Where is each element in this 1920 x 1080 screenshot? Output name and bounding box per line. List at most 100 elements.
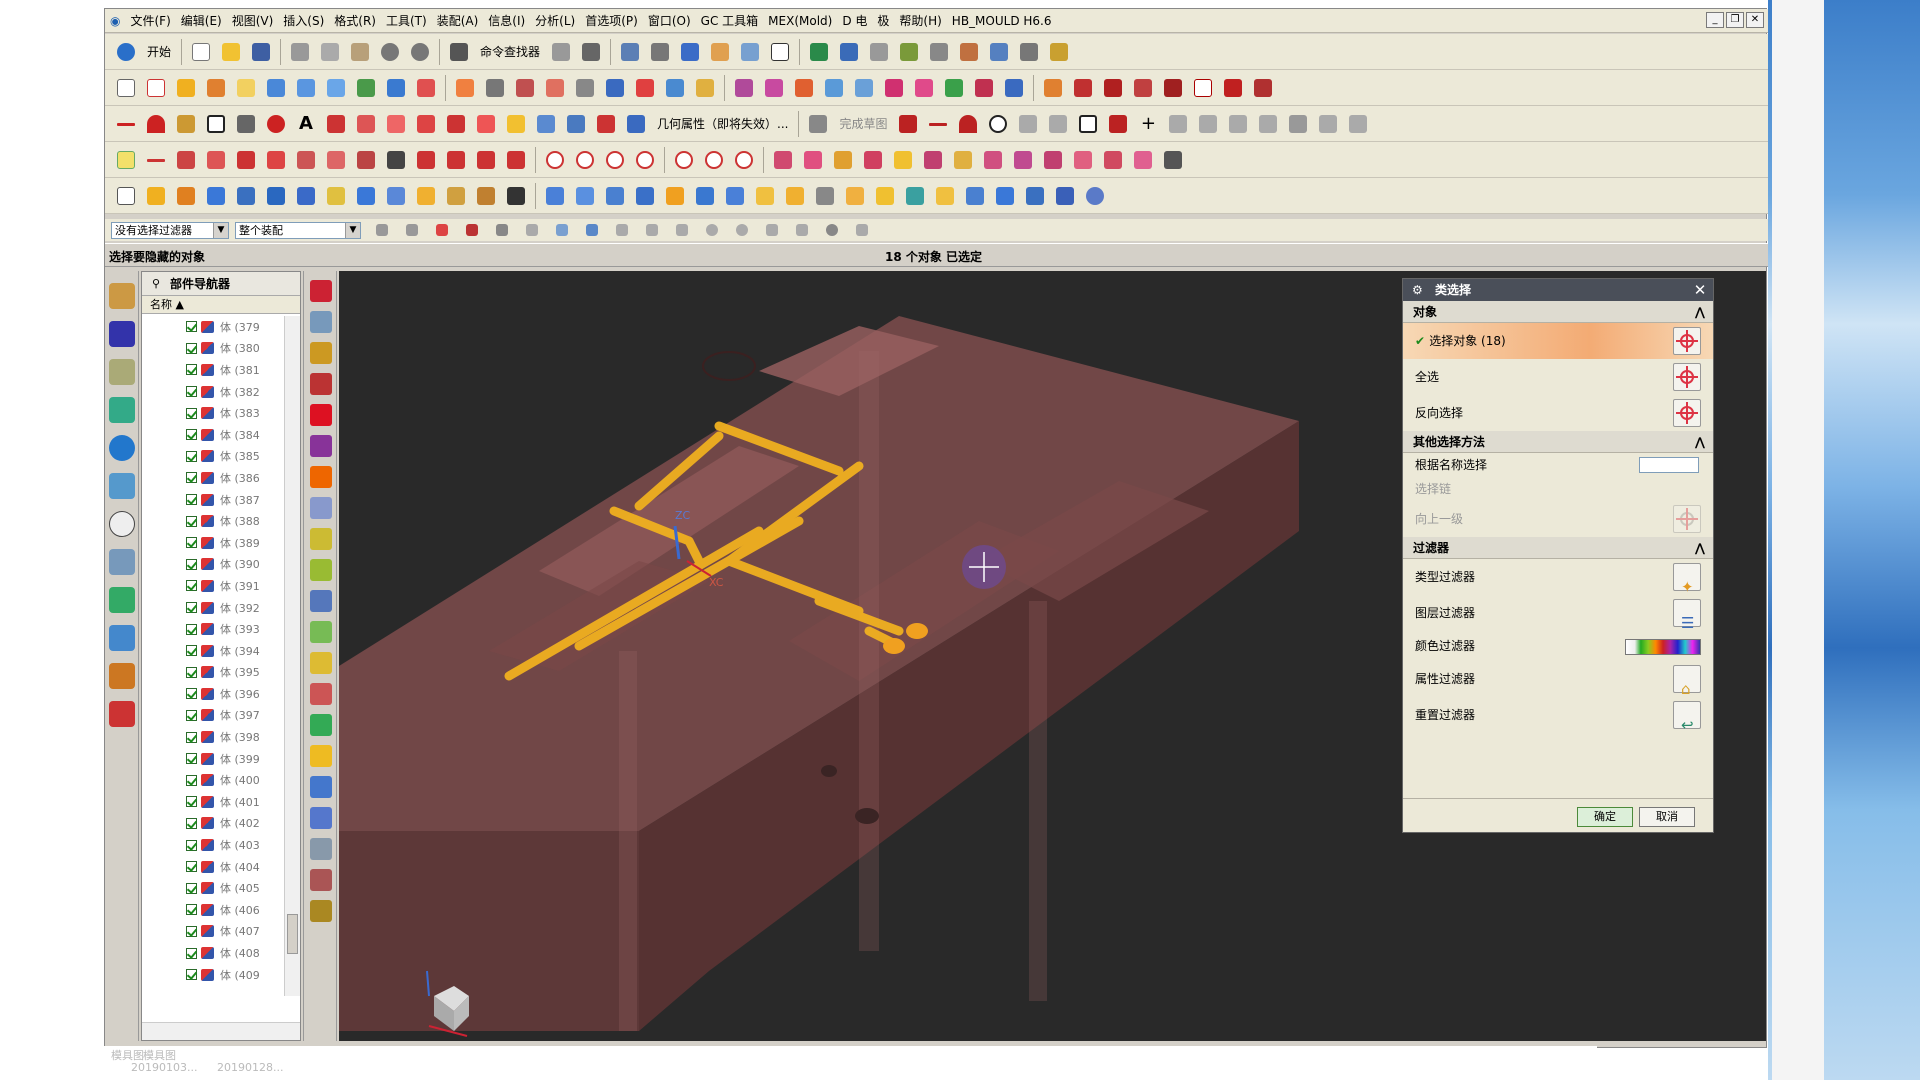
electrode-icon[interactable]: [310, 807, 332, 829]
circle-point-icon[interactable]: [173, 111, 199, 137]
arc-center-icon[interactable]: [671, 147, 697, 173]
snap-intersect-icon[interactable]: [459, 217, 485, 243]
extend-icon[interactable]: [452, 75, 478, 101]
feature-thread-icon[interactable]: [1070, 147, 1096, 173]
rectangle-icon[interactable]: [113, 75, 139, 101]
init-project-icon[interactable]: [310, 311, 332, 333]
mold-base-lib-icon[interactable]: [310, 528, 332, 550]
visibility-checkbox[interactable]: [186, 969, 197, 981]
horizontal-scrollbar[interactable]: [142, 1022, 300, 1040]
mirror-icon[interactable]: [662, 75, 688, 101]
list-item[interactable]: 体 (392: [142, 597, 282, 619]
mold-tools-icon[interactable]: [310, 466, 332, 488]
fillet-curve-icon[interactable]: [263, 147, 289, 173]
list-item[interactable]: 体 (400: [142, 769, 282, 791]
invert-selection-button[interactable]: [1673, 399, 1701, 427]
visibility-checkbox[interactable]: [186, 774, 197, 786]
split-body-icon[interactable]: [971, 75, 997, 101]
menu-file[interactable]: 文件(F): [125, 9, 175, 33]
tool-icon[interactable]: [926, 39, 952, 65]
invert-selection-row[interactable]: 反向选择: [1403, 395, 1713, 431]
snap-sphere-icon[interactable]: [819, 217, 845, 243]
curve-combo-icon[interactable]: [623, 111, 649, 137]
mold-core-icon[interactable]: [572, 183, 598, 209]
feature-rib-icon[interactable]: [1040, 147, 1066, 173]
trim-sheet-icon[interactable]: [413, 75, 439, 101]
project-curve-icon[interactable]: [383, 111, 409, 137]
offset-surface-icon[interactable]: [383, 75, 409, 101]
list-item[interactable]: 体 (402: [142, 813, 282, 835]
list-item[interactable]: 体 (380: [142, 338, 282, 360]
view-frame-icon[interactable]: [767, 39, 793, 65]
surface-icon[interactable]: [173, 75, 199, 101]
join-curve-icon[interactable]: [503, 111, 529, 137]
close-button[interactable]: ✕: [1746, 12, 1764, 28]
mold-block-icon[interactable]: [203, 183, 229, 209]
list-item[interactable]: 体 (393: [142, 618, 282, 640]
list-item[interactable]: 体 (398: [142, 726, 282, 748]
bounded-plane-icon[interactable]: [353, 75, 379, 101]
visibility-checkbox[interactable]: [186, 882, 197, 894]
list-item[interactable]: 体 (388: [142, 510, 282, 532]
mold-electrode-icon[interactable]: [722, 183, 748, 209]
name-input[interactable]: [1639, 457, 1699, 473]
list-item[interactable]: 体 (379: [142, 316, 282, 338]
layer-filter-button[interactable]: ☰: [1673, 599, 1701, 632]
list-item[interactable]: 体 (390: [142, 554, 282, 576]
feature-groove-icon[interactable]: [1010, 147, 1036, 173]
mold-insert-icon[interactable]: [263, 183, 289, 209]
mold-slide-icon[interactable]: [323, 183, 349, 209]
visibility-checkbox[interactable]: [186, 645, 197, 657]
profile-icon[interactable]: [895, 111, 921, 137]
break-icon[interactable]: [503, 147, 529, 173]
bridge-curve-icon[interactable]: [473, 111, 499, 137]
extract-curve-icon[interactable]: [563, 111, 589, 137]
mold-book-icon[interactable]: [143, 183, 169, 209]
sub-insert-icon[interactable]: [310, 683, 332, 705]
ejector-pin-icon[interactable]: [310, 590, 332, 612]
parting-icon[interactable]: [310, 497, 332, 519]
feature-boss-icon[interactable]: [890, 147, 916, 173]
cut-icon[interactable]: [287, 39, 313, 65]
feature-slot-icon[interactable]: [980, 147, 1006, 173]
menu-view[interactable]: 视图(V): [227, 9, 279, 33]
grid-icon[interactable]: [1016, 39, 1042, 65]
polygon-icon[interactable]: [233, 111, 259, 137]
copy-icon[interactable]: [317, 39, 343, 65]
slider-lifter-icon[interactable]: [310, 652, 332, 674]
mold-ejector-icon[interactable]: [353, 183, 379, 209]
list-item[interactable]: 体 (396: [142, 683, 282, 705]
mold-screw-icon[interactable]: [662, 183, 688, 209]
feature-pocket-icon[interactable]: [920, 147, 946, 173]
menu-preferences[interactable]: 首选项(P): [580, 9, 643, 33]
list-item[interactable]: 体 (383: [142, 402, 282, 424]
visibility-checkbox[interactable]: [186, 602, 197, 614]
list-item[interactable]: 体 (401: [142, 791, 282, 813]
mold-tube-icon[interactable]: [1022, 183, 1048, 209]
paste-icon[interactable]: [347, 39, 373, 65]
unite-icon[interactable]: [692, 75, 718, 101]
pin-icon[interactable]: ⚲: [152, 272, 160, 296]
visibility-checkbox[interactable]: [186, 817, 197, 829]
visibility-checkbox[interactable]: [186, 472, 197, 484]
mold-pocket-icon[interactable]: [503, 183, 529, 209]
web-browser-icon[interactable]: [109, 435, 135, 461]
sketch-constraint-icon[interactable]: [1285, 111, 1311, 137]
trim-corner-icon[interactable]: [473, 147, 499, 173]
sweep-icon[interactable]: [233, 75, 259, 101]
arc-icon[interactable]: [143, 111, 169, 137]
menu-analysis[interactable]: 分析(L): [530, 9, 580, 33]
circle-center-icon[interactable]: [542, 147, 568, 173]
mold-hole-table-icon[interactable]: [812, 183, 838, 209]
move-face-icon[interactable]: [791, 75, 817, 101]
list-item[interactable]: 体 (389: [142, 532, 282, 554]
line-icon[interactable]: [113, 111, 139, 137]
history-icon[interactable]: [109, 473, 135, 499]
sheet-icon[interactable]: [1190, 75, 1216, 101]
delete-face-icon[interactable]: [821, 75, 847, 101]
menu-tools[interactable]: 工具(T): [381, 9, 432, 33]
redo-icon[interactable]: [407, 39, 433, 65]
mold-runner-icon[interactable]: [413, 183, 439, 209]
edge-curve-icon[interactable]: [443, 147, 469, 173]
section-filters[interactable]: 过滤器 ⋀: [1403, 537, 1713, 559]
